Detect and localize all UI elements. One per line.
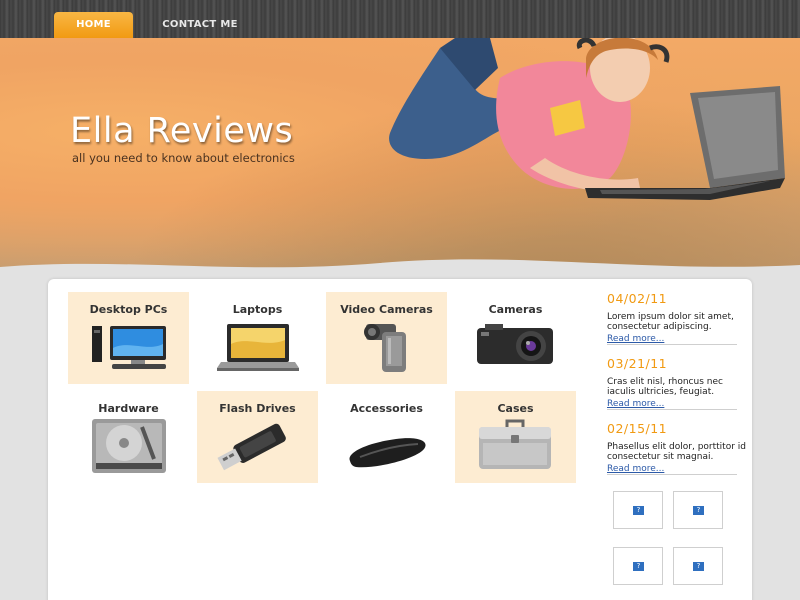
flash-drive-icon	[217, 423, 286, 471]
nav-contact-tab[interactable]: CONTACT ME	[150, 12, 250, 38]
category-label: Hardware	[98, 402, 159, 415]
category-flash-drives[interactable]: Flash Drives	[197, 391, 318, 483]
top-nav-bar: HOME CONTACT ME	[0, 0, 800, 38]
category-label: Desktop PCs	[89, 303, 168, 316]
category-desktop-pcs[interactable]: Desktop PCs	[68, 292, 189, 384]
category-label: Cameras	[488, 303, 543, 316]
camera-icon	[477, 324, 553, 364]
news-item: 02/15/11 Phasellus elit dolor, porttitor…	[607, 421, 752, 475]
broken-image-icon: ?	[633, 562, 644, 571]
image-thumbnail[interactable]: ?	[613, 547, 663, 585]
case-icon	[479, 419, 551, 469]
category-label: Accessories	[350, 402, 423, 415]
news-text: Lorem ipsum dolor sit amet, consectetur …	[607, 312, 734, 332]
desktop-pc-icon	[92, 326, 166, 369]
image-thumbnail[interactable]: ?	[673, 491, 723, 529]
video-camera-icon	[364, 324, 406, 372]
news-item: 03/21/11 Cras elit nisl, rhoncus nec iac…	[607, 356, 752, 410]
read-more-link[interactable]: Read more...	[607, 334, 752, 344]
divider	[607, 344, 737, 345]
category-label: Laptops	[232, 303, 283, 316]
news-text: Phasellus elit dolor, porttitor id conse…	[607, 442, 746, 462]
laptop-icon	[217, 324, 299, 371]
nav-home-tab[interactable]: HOME	[54, 12, 133, 38]
divider	[607, 409, 737, 410]
image-thumbnail[interactable]: ?	[673, 547, 723, 585]
news-date: 04/02/11	[607, 291, 668, 306]
read-more-link[interactable]: Read more...	[607, 399, 752, 409]
hero-woman-laptop-illustration	[389, 38, 785, 200]
site-title: Ella Reviews	[70, 111, 294, 151]
broken-image-icon: ?	[693, 562, 704, 571]
category-hardware[interactable]: Hardware	[68, 391, 189, 483]
broken-image-icon: ?	[633, 506, 644, 515]
news-text: Cras elit nisl, rhoncus nec iaculis ultr…	[607, 377, 723, 397]
news-date: 03/21/11	[607, 356, 668, 371]
category-label: Video Cameras	[340, 303, 433, 316]
category-cameras[interactable]: Cameras	[455, 292, 576, 384]
category-accessories[interactable]: Accessories	[326, 391, 447, 483]
broken-image-icon: ?	[693, 506, 704, 515]
category-label: Flash Drives	[219, 402, 296, 415]
hard-drive-icon	[92, 419, 166, 473]
mouse-icon	[349, 438, 426, 468]
category-label: Cases	[497, 402, 534, 415]
category-cases[interactable]: Cases	[455, 391, 576, 483]
divider	[607, 474, 737, 475]
news-item: 04/02/11 Lorem ipsum dolor sit amet, con…	[607, 291, 752, 345]
category-laptops[interactable]: Laptops	[197, 292, 318, 384]
image-thumbnail[interactable]: ?	[613, 491, 663, 529]
site-tagline: all you need to know about electronics	[72, 151, 295, 165]
category-video-cameras[interactable]: Video Cameras	[326, 292, 447, 384]
news-date: 02/15/11	[607, 421, 668, 436]
read-more-link[interactable]: Read more...	[607, 464, 752, 474]
